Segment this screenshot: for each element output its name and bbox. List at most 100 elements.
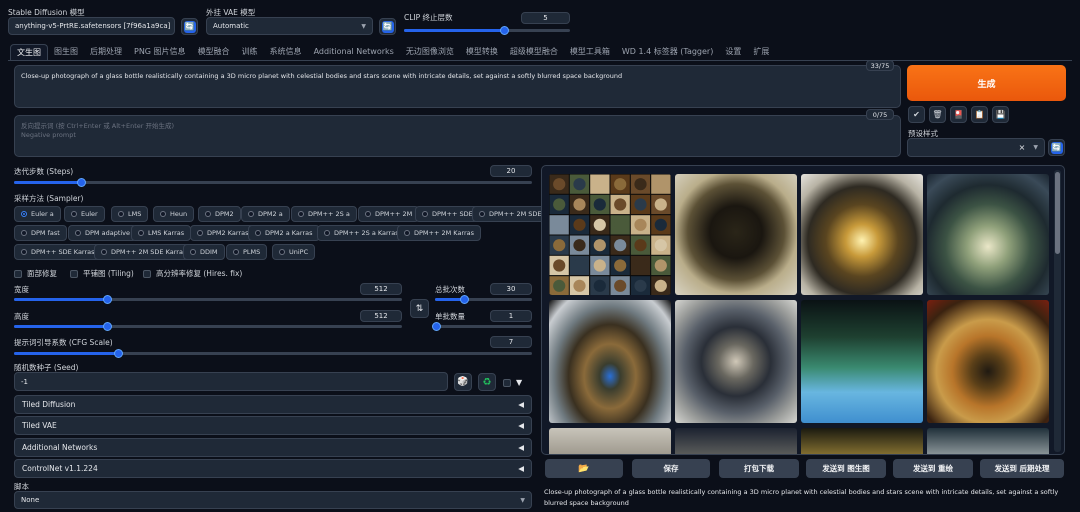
sd-model-refresh-button[interactable]: 🔄 xyxy=(181,18,198,35)
slider-thumb[interactable] xyxy=(103,322,113,331)
gallery-image[interactable] xyxy=(675,428,797,454)
slider-thumb[interactable] xyxy=(103,295,113,304)
cfg-input[interactable]: 7 xyxy=(490,336,532,348)
paste-style-button[interactable]: 📋 xyxy=(971,106,988,123)
sampler-option[interactable]: DPM++ 2S a Karras xyxy=(317,225,406,241)
random-seed-button[interactable]: 🎲 xyxy=(454,373,472,391)
negative-prompt-textarea[interactable]: 反向提示词 (按 Ctrl+Enter 或 Alt+Enter 开始生成) Ne… xyxy=(14,115,901,157)
sampler-option[interactable]: UniPC xyxy=(272,244,316,260)
apply-button[interactable]: ✔ xyxy=(908,106,925,123)
accordion-tiled-vae[interactable]: Tiled VAE ◀ xyxy=(14,416,532,435)
radio-button[interactable] xyxy=(365,211,371,217)
sampler-option[interactable]: DPM++ 2M SDE Karras xyxy=(94,244,194,260)
tab-image-browser[interactable]: 无边图像浏览 xyxy=(400,44,460,60)
open-folder-button[interactable]: 📂 xyxy=(545,459,623,478)
style-dropdown[interactable]: × ▼ xyxy=(907,138,1045,157)
tab-img2img[interactable]: 图生图 xyxy=(48,44,84,60)
radio-button[interactable] xyxy=(21,230,27,236)
tiling-checkbox[interactable]: 平铺图 (Tiling) xyxy=(70,268,134,279)
sampler-option[interactable]: DPM++ 2M xyxy=(358,206,420,222)
sampler-option[interactable]: DPM2 a xyxy=(241,206,290,222)
tab-super-merger[interactable]: 超级模型融合 xyxy=(504,44,564,60)
radio-button[interactable] xyxy=(422,211,428,217)
tab-extensions[interactable]: 扩展 xyxy=(747,44,775,60)
radio-button[interactable] xyxy=(21,211,27,217)
tab-txt2img[interactable]: 文生图 xyxy=(10,44,48,60)
sampler-option[interactable]: LMS Karras xyxy=(131,225,192,241)
radio-button[interactable] xyxy=(160,211,166,217)
radio-button[interactable] xyxy=(71,211,77,217)
sampler-option[interactable]: LMS xyxy=(111,206,149,222)
gallery-image-grid[interactable] xyxy=(549,174,671,295)
send-to-inpaint-button[interactable]: 发送到 重绘 xyxy=(893,459,973,478)
sampler-option[interactable]: DPM2 xyxy=(198,206,241,222)
slider-thumb[interactable] xyxy=(431,322,441,331)
gallery-image[interactable] xyxy=(801,174,923,295)
show-extra-networks-button[interactable]: 🎴 xyxy=(950,106,967,123)
batch-size-slider[interactable] xyxy=(431,322,532,331)
radio-button[interactable] xyxy=(479,211,485,217)
accordion-additional-networks[interactable]: Additional Networks ◀ xyxy=(14,438,532,457)
swap-dimensions-button[interactable]: ⇅ xyxy=(410,299,429,318)
slider-thumb[interactable] xyxy=(77,178,87,187)
gallery-image[interactable] xyxy=(801,428,923,454)
cfg-slider[interactable] xyxy=(14,349,532,358)
clip-skip-slider[interactable] xyxy=(404,26,570,35)
sampler-option[interactable]: PLMS xyxy=(226,244,268,260)
prompt-textarea[interactable]: Close-up photograph of a glass bottle re… xyxy=(14,65,901,108)
tab-model-converter[interactable]: 模型转换 xyxy=(460,44,504,60)
tab-model-toolkit[interactable]: 模型工具箱 xyxy=(564,44,616,60)
radio-button[interactable] xyxy=(233,249,239,255)
radio-button[interactable] xyxy=(248,211,254,217)
vae-dropdown[interactable]: Automatic ▼ xyxy=(206,17,373,35)
tab-train[interactable]: 训练 xyxy=(236,44,264,60)
radio-button[interactable] xyxy=(118,211,124,217)
sampler-option[interactable]: DPM fast xyxy=(14,225,67,241)
tab-settings[interactable]: 设置 xyxy=(719,44,747,60)
sd-model-dropdown[interactable]: anything-v5-PrtRE.safetensors [7f96a1a9c… xyxy=(8,17,175,35)
radio-button[interactable] xyxy=(101,249,107,255)
tab-tagger[interactable]: WD 1.4 标签器 (Tagger) xyxy=(616,44,720,60)
radio-button[interactable] xyxy=(404,230,410,236)
restore-faces-checkbox[interactable]: 面部修复 xyxy=(14,268,57,279)
slider-thumb[interactable] xyxy=(460,295,470,304)
checkbox-box[interactable] xyxy=(143,269,151,278)
tab-extras[interactable]: 后期处理 xyxy=(84,44,128,60)
checkbox-box[interactable] xyxy=(503,378,511,387)
tab-additional-networks[interactable]: Additional Networks xyxy=(308,44,400,60)
slider-thumb[interactable] xyxy=(113,349,123,358)
sampler-option[interactable]: DPM adaptive xyxy=(68,225,138,241)
radio-button[interactable] xyxy=(21,249,27,255)
batch-size-input[interactable]: 1 xyxy=(490,310,532,322)
tab-checkpoint-merger[interactable]: 模型融合 xyxy=(192,44,236,60)
sampler-option[interactable]: DPM++ SDE xyxy=(415,206,480,222)
send-to-extras-button[interactable]: 发送到 后期处理 xyxy=(980,459,1064,478)
gallery-image[interactable] xyxy=(549,300,671,423)
vae-refresh-button[interactable]: 🔄 xyxy=(379,18,396,35)
sampler-option[interactable]: Euler a xyxy=(14,206,61,222)
checkbox-box[interactable] xyxy=(70,269,78,278)
radio-button[interactable] xyxy=(279,249,285,255)
sampler-option[interactable]: DPM2 Karras xyxy=(190,225,256,241)
gallery-image[interactable] xyxy=(927,174,1049,295)
radio-button[interactable] xyxy=(205,211,211,217)
steps-input[interactable]: 20 xyxy=(490,165,532,177)
sampler-option[interactable]: DPM2 a Karras xyxy=(248,225,320,241)
gallery-scrollbar[interactable] xyxy=(1054,170,1061,452)
radio-button[interactable] xyxy=(197,230,203,236)
zip-download-button[interactable]: 打包下载 xyxy=(719,459,799,478)
slider-thumb[interactable] xyxy=(499,26,509,35)
batch-count-slider[interactable] xyxy=(435,295,532,304)
accordion-tiled-diffusion[interactable]: Tiled Diffusion ◀ xyxy=(14,395,532,414)
style-refresh-button[interactable]: 🔄 xyxy=(1048,139,1065,156)
reuse-seed-button[interactable]: ♻ xyxy=(478,373,496,391)
width-input[interactable]: 512 xyxy=(360,283,402,295)
gallery-image[interactable] xyxy=(675,300,797,423)
script-dropdown[interactable]: None ▼ xyxy=(14,491,532,509)
sampler-option[interactable]: Heun xyxy=(153,206,195,222)
steps-slider[interactable] xyxy=(14,178,532,187)
width-slider[interactable] xyxy=(14,295,402,304)
accordion-controlnet[interactable]: ControlNet v1.1.224 ◀ xyxy=(14,459,532,478)
radio-button[interactable] xyxy=(255,230,261,236)
sampler-option[interactable]: DPM++ SDE Karras xyxy=(14,244,102,260)
